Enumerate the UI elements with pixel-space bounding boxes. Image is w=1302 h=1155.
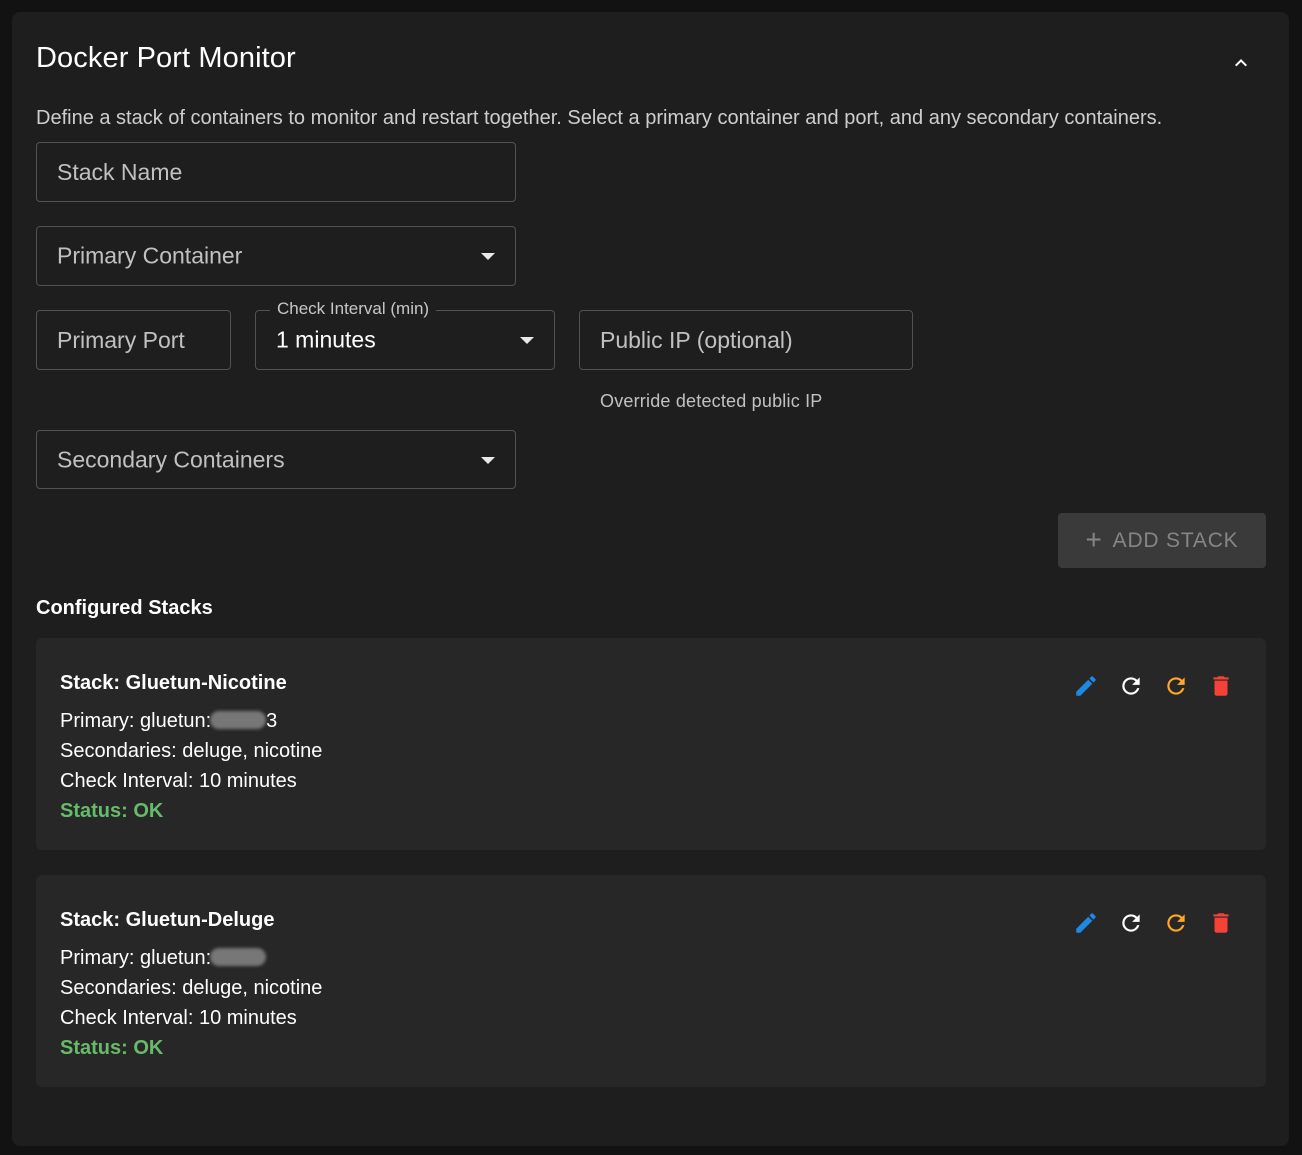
secondary-containers-placeholder: Secondary Containers [57, 446, 285, 472]
restart-icon [1167, 677, 1185, 695]
configured-stacks-title: Configured Stacks [36, 597, 213, 619]
dropdown-arrow-icon [520, 337, 534, 344]
primary-container-placeholder: Primary Container [57, 242, 243, 269]
stack-name-input[interactable] [37, 143, 515, 201]
restart-button[interactable] [1160, 907, 1192, 939]
refresh-button[interactable] [1115, 670, 1147, 702]
check-interval-value: 1 minutes [276, 326, 376, 353]
stack-name-field [36, 142, 516, 202]
trash-icon [1213, 676, 1229, 696]
stack-primary: Primary: gluetun: 3 [60, 710, 277, 733]
refresh-icon [1122, 677, 1140, 695]
stack-card: Stack: Gluetun-Deluge Primary: gluetun: … [36, 875, 1266, 1087]
refresh-button[interactable] [1115, 907, 1147, 939]
public-ip-helper-text: Override detected public IP [600, 391, 823, 411]
pencil-icon [1076, 676, 1096, 696]
collapse-button[interactable] [1224, 46, 1258, 80]
stack-secondaries: Secondaries: deluge, nicotine [60, 977, 323, 999]
stack-name: Stack: Gluetun-Deluge [60, 909, 275, 931]
stack-status: Status: OK [60, 800, 164, 822]
page-title: Docker Port Monitor [36, 42, 296, 74]
stack-interval: Check Interval: 10 minutes [60, 770, 297, 792]
stack-name: Stack: Gluetun-Nicotine [60, 672, 287, 694]
chevron-up-icon [1235, 59, 1247, 67]
stack-actions [1070, 907, 1237, 939]
stack-interval: Check Interval: 10 minutes [60, 1007, 297, 1029]
redacted-port [210, 711, 267, 730]
delete-button[interactable] [1205, 907, 1237, 939]
primary-port-input[interactable] [37, 311, 230, 369]
check-interval-select[interactable]: Check Interval (min) 1 minutes [255, 299, 555, 370]
stack-primary: Primary: gluetun: [60, 947, 267, 970]
stack-primary-text: Primary: gluetun: [60, 710, 212, 732]
public-ip-field [579, 310, 913, 370]
pencil-icon [1076, 913, 1096, 933]
secondary-containers-select[interactable]: Secondary Containers [36, 430, 516, 489]
stack-primary-text: Primary: gluetun: [60, 947, 212, 969]
dropdown-arrow-icon [481, 456, 495, 464]
stack-primary-suffix: 3 [266, 710, 278, 732]
dropdown-arrow-icon [481, 253, 495, 260]
primary-port-field [36, 310, 231, 370]
public-ip-input[interactable] [580, 311, 912, 369]
edit-button[interactable] [1070, 670, 1102, 702]
restart-button[interactable] [1160, 670, 1192, 702]
port-monitor-panel: Docker Port Monitor Define a stack of co… [12, 12, 1289, 1146]
refresh-icon [1122, 914, 1140, 932]
delete-button[interactable] [1205, 670, 1237, 702]
edit-button[interactable] [1070, 907, 1102, 939]
primary-container-select[interactable]: Primary Container [36, 226, 516, 286]
add-stack-label: ADD STACK [1112, 528, 1239, 552]
add-stack-button[interactable]: + ADD STACK [1058, 513, 1266, 568]
stack-status: Status: OK [60, 1037, 164, 1059]
redacted-port [210, 948, 267, 967]
restart-icon [1167, 914, 1185, 932]
panel-description: Define a stack of containers to monitor … [36, 107, 1163, 129]
stack-card: Stack: Gluetun-Nicotine Primary: gluetun… [36, 638, 1266, 850]
trash-icon [1213, 913, 1229, 933]
stack-secondaries: Secondaries: deluge, nicotine [60, 740, 323, 762]
check-interval-label: Check Interval (min) [270, 299, 437, 319]
stack-actions [1070, 670, 1237, 702]
plus-icon: + [1085, 523, 1103, 555]
